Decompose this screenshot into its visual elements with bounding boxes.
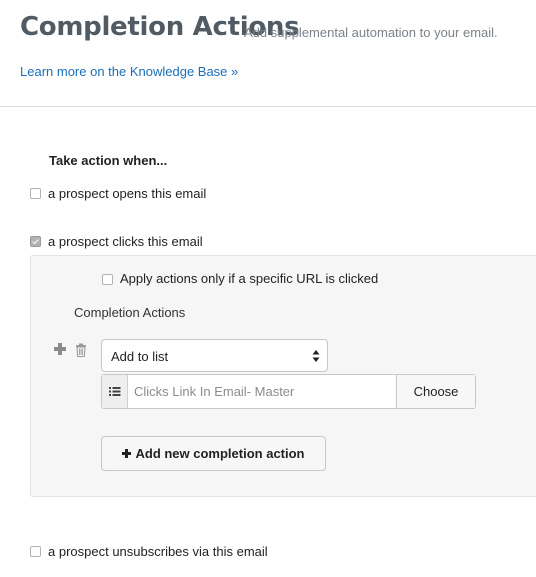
plus-icon	[122, 449, 132, 458]
add-completion-action-button[interactable]: Add new completion action	[101, 436, 326, 471]
list-name-input[interactable]	[128, 375, 398, 408]
list-icon	[102, 375, 128, 408]
specific-url-checkbox[interactable]	[102, 274, 113, 285]
completion-actions-label: Completion Actions	[74, 305, 186, 320]
header-divider	[0, 106, 536, 107]
take-action-heading: Take action when...	[49, 153, 168, 168]
opens-email-checkbox[interactable]	[30, 188, 41, 199]
choose-list-button[interactable]: Choose	[396, 375, 475, 408]
trash-icon[interactable]	[74, 343, 88, 358]
list-picker: Choose	[101, 374, 476, 409]
page-subtitle: Add supplemental automation to your emai…	[244, 25, 498, 40]
specific-url-label: Apply actions only if a specific URL is …	[120, 271, 379, 286]
add-completion-action-label: Add new completion action	[135, 446, 305, 461]
sort-arrows-icon	[312, 349, 320, 363]
add-action-plus-icon[interactable]	[54, 343, 66, 355]
action-type-value: Add to list	[111, 349, 169, 364]
knowledge-base-link[interactable]: Learn more on the Knowledge Base »	[20, 64, 238, 79]
opens-email-label: a prospect opens this email	[48, 186, 207, 201]
action-type-select[interactable]: Add to list	[101, 339, 328, 372]
unsubscribes-checkbox[interactable]	[30, 546, 41, 557]
clicks-email-checkbox[interactable]	[30, 236, 41, 247]
unsubscribes-label: a prospect unsubscribes via this email	[48, 544, 268, 559]
clicks-email-label: a prospect clicks this email	[48, 234, 203, 249]
